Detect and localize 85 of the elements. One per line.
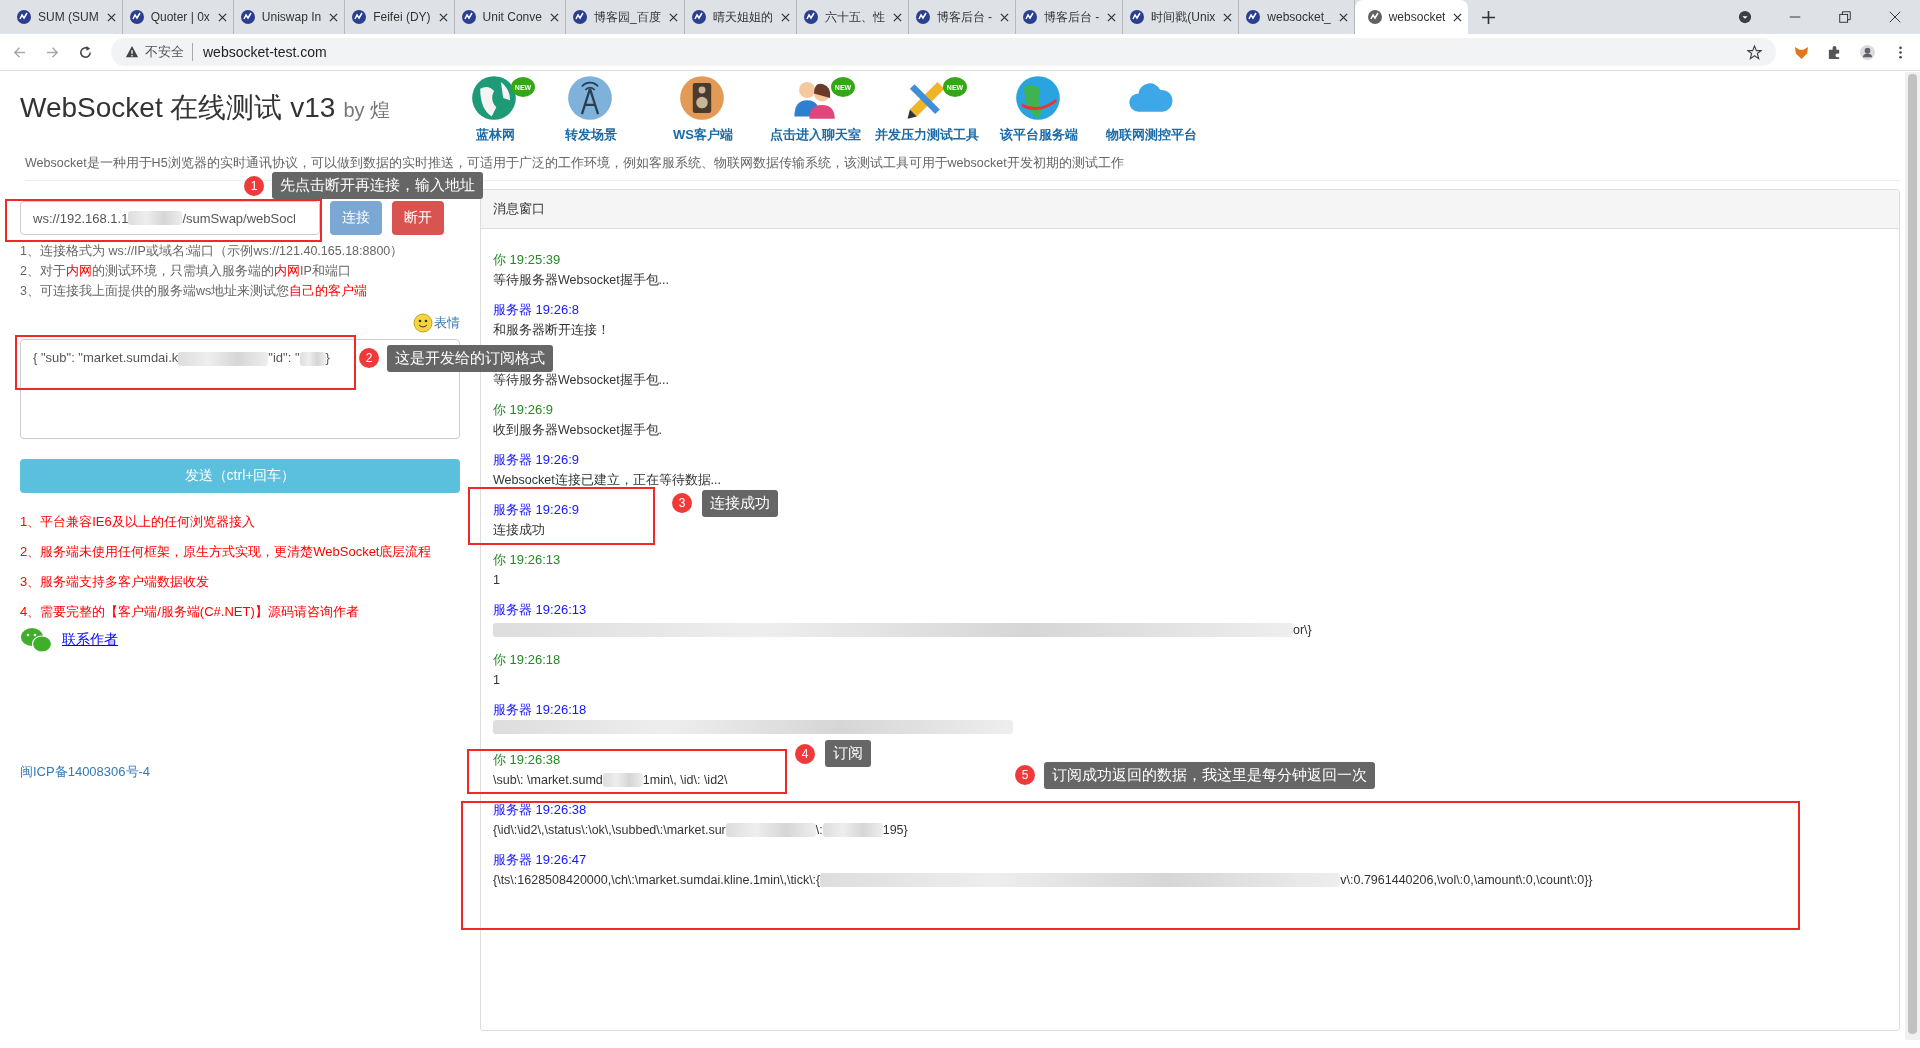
tab-search-icon[interactable]	[1738, 10, 1752, 24]
message-body: or\}	[493, 620, 1312, 640]
antenna-icon	[567, 75, 613, 121]
message-sender-time: 服务器 19:26:38	[493, 801, 587, 819]
message-sender-time: 服务器 19:26:47	[493, 851, 587, 869]
message-body: 等待服务器Websocket握手包...	[493, 372, 670, 389]
nav-link[interactable]: WS客户端	[647, 75, 759, 144]
notice-text: 1、平台兼容IE6及以上的任何浏览器接入	[20, 513, 256, 531]
scrollbar[interactable]	[1905, 72, 1920, 1040]
message-sender-time: 你 19:26:38	[493, 751, 561, 769]
step-number: 4	[795, 744, 815, 764]
step-number: 5	[1015, 765, 1035, 785]
new-tab-icon[interactable]	[1482, 11, 1496, 24]
message-sender-time: 服务器 19:26:8	[493, 301, 579, 319]
browser-tab[interactable]: websocket	[1354, 0, 1469, 34]
message-body: 连接成功	[493, 522, 545, 539]
author-byline: by 煌	[343, 98, 391, 123]
message-body: \sub\: \market.sumd 1min\, \id\: \id2\	[493, 772, 728, 789]
close-icon[interactable]	[892, 12, 902, 22]
disconnect-button[interactable]: 断开	[392, 201, 444, 235]
address-bar[interactable]: 不安全 websocket-test.com	[111, 38, 1776, 66]
panel-title: 消息窗口	[493, 200, 545, 218]
tip-text: 2、对于内网的测试环境，只需填入服务端的内网IP和端口	[20, 263, 352, 280]
close-icon[interactable]	[1338, 12, 1348, 22]
message-body: 收到服务器Websocket握手包.	[493, 422, 663, 439]
callout-tooltip: 订阅	[825, 740, 871, 767]
close-icon[interactable]	[780, 12, 790, 22]
close-icon[interactable]	[1107, 12, 1117, 22]
message-body: 等待服务器Websocket握手包...	[493, 272, 670, 289]
callout-tooltip: 订阅成功返回的数据，我这里是每分钟返回一次	[1044, 762, 1375, 789]
close-icon[interactable]	[217, 12, 227, 22]
message-sender-time: 你 19:25:39	[493, 251, 561, 269]
message-sender-time: 服务器 19:26:9	[493, 451, 579, 469]
message-body: 和服务器断开连接！	[493, 322, 610, 339]
close-icon[interactable]	[106, 12, 116, 22]
reload-icon[interactable]	[78, 44, 93, 60]
star-icon[interactable]	[1747, 44, 1762, 60]
tip-text: 1、连接格式为 ws://IP或域名:端口（示例ws://121.40.165.18:8800）	[20, 243, 405, 260]
puzzle-icon[interactable]	[1827, 44, 1842, 60]
close-icon[interactable]	[1223, 12, 1233, 22]
wechat-icon	[20, 627, 52, 653]
message-sender-time: 服务器 19:26:9	[493, 501, 579, 519]
message-sender-time: 你 19:26:18	[493, 651, 561, 669]
speaker-icon	[679, 75, 725, 121]
step-number: 2	[359, 348, 379, 368]
security-label: 不安全	[145, 43, 193, 61]
close-icon[interactable]	[1888, 10, 1902, 24]
notice-text: 2、服务端未使用任何框架，原生方式实现，更清楚WebSocket底层流程	[20, 543, 433, 561]
close-icon[interactable]	[1453, 12, 1463, 22]
nav-link[interactable]: 该平台服务端	[983, 75, 1095, 144]
close-icon[interactable]	[329, 12, 339, 22]
close-icon[interactable]	[549, 12, 559, 22]
message-body: {\ts\:1628508420000,\ch\:\market.sumdai.kline.1min\,\tick\:{ v\:0.7961440206,\vol\:0,\amount\:0,\count\:0}}	[493, 872, 1593, 889]
nav-link[interactable]: 物联网测控平台	[1095, 75, 1207, 144]
message-body: 1	[493, 572, 500, 589]
icp-link[interactable]: 闽ICP备14008306号-4	[20, 763, 460, 781]
url-input[interactable]: ws://192.168.1.1 /sumSwap/webSocl	[20, 201, 320, 235]
message-sender-time: 你 19:26:13	[493, 551, 561, 569]
avatar-icon[interactable]	[1860, 44, 1875, 60]
step-number: 3	[672, 493, 692, 513]
callout-tooltip: 这是开发给的订阅格式	[387, 345, 553, 372]
message-sender-time: 你 19:26:9	[493, 401, 553, 419]
close-icon[interactable]	[438, 12, 448, 22]
callout-tooltip: 连接成功	[702, 490, 778, 517]
notice-text: 3、服务端支持多客户端数据收发	[20, 573, 211, 591]
close-icon[interactable]	[668, 12, 678, 22]
message-sender-time: 服务器 19:26:13	[493, 601, 587, 619]
callout-tooltip: 先点击断开再连接，输入地址	[272, 172, 483, 199]
smiley-icon	[413, 313, 433, 333]
message-sender-time: 服务器 19:26:18	[493, 701, 587, 719]
fox-icon[interactable]	[1794, 44, 1809, 60]
close-icon[interactable]	[999, 12, 1009, 22]
page-title: WebSocket 在线测试 v13	[20, 91, 336, 125]
tip-text: 3、可连接我上面提供的服务端ws地址来测试您自己的客户端	[20, 283, 369, 300]
notice-text: 4、需要完整的【客户端/服务端(C#.NET)】源码请咨询作者	[20, 603, 360, 621]
url-text: websocket-test.com	[202, 44, 327, 60]
restore-icon[interactable]	[1838, 10, 1852, 24]
contact-link[interactable]: 联系作者	[62, 631, 118, 649]
message-body: {\id\:\id2\,\status\:\ok\,\subbed\:\market.sur \: 195}	[493, 822, 908, 839]
nav-link[interactable]: 转发场景	[535, 75, 647, 144]
message-body: 1	[493, 672, 500, 689]
emoji-link[interactable]: 表情	[413, 313, 460, 333]
warning-icon	[125, 45, 139, 59]
message-body: Websocket连接已建立，正在等待数据...	[493, 472, 722, 489]
step-number: 1	[244, 176, 264, 196]
